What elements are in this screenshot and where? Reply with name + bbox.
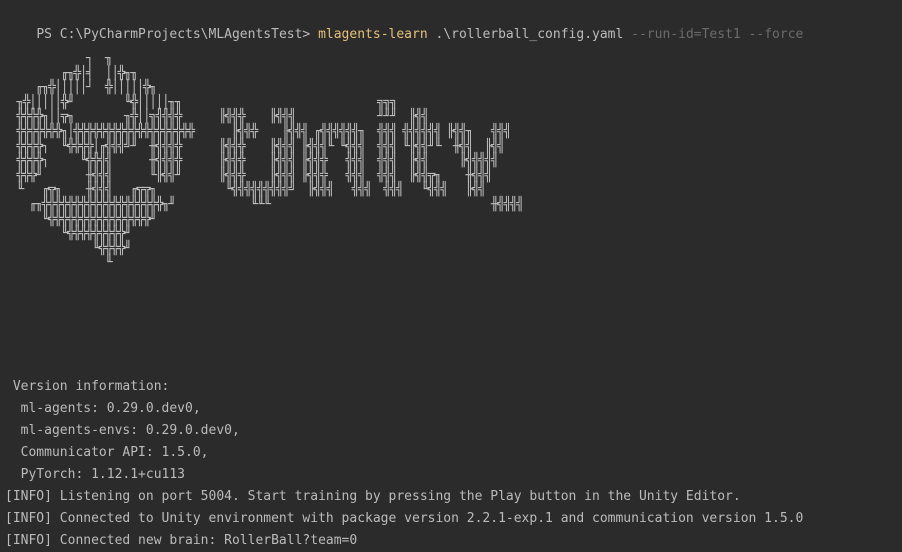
log-line-connected-env: [INFO] Connected to Unity environment wi…: [5, 511, 804, 526]
version-line-communicator-api: Communicator API: 1.5.0,: [5, 445, 209, 460]
log-line-listening: [INFO] Listening on port 5004. Start tra…: [5, 489, 741, 504]
command-name: mlagents-learn: [318, 26, 428, 42]
log-line-connected-brain: [INFO] Connected new brain: RollerBall?t…: [5, 533, 358, 548]
unity-ascii-logo: ┐ ╖ ╓╖╬│╡ ││╬╖╖ ╓╖╬│││││┘ ╬│││││╬╖ ╖╬│││…: [16, 51, 524, 271]
terminal-window[interactable]: PS C:\PyCharmProjects\MLAgentsTest> mlag…: [0, 0, 902, 552]
version-line-ml-agents-envs: ml-agents-envs: 0.29.0.dev0,: [5, 423, 240, 438]
command-options: --run-id=Test1 --force: [631, 26, 804, 42]
version-line-pytorch: PyTorch: 1.12.1+cu113: [5, 467, 186, 482]
prompt-prefix: PS C:\PyCharmProjects\MLAgentsTest>: [36, 26, 319, 42]
version-heading: Version information:: [5, 379, 170, 394]
command-argument: .\rollerball_config.yaml: [427, 26, 632, 42]
version-line-ml-agents: ml-agents: 0.29.0.dev0,: [5, 401, 201, 416]
